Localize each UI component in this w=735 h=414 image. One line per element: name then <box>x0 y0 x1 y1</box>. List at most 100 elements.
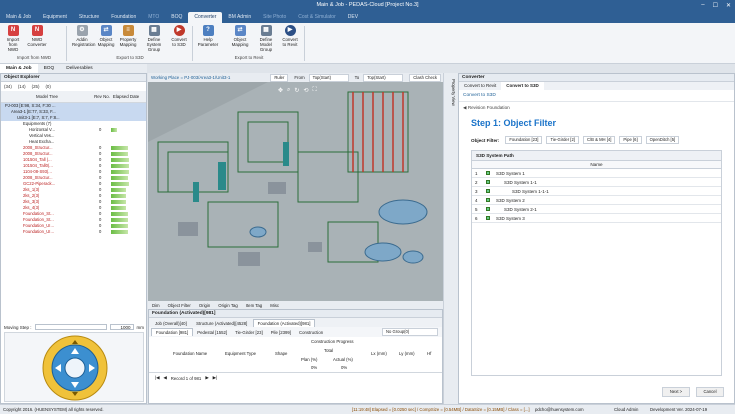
col-ly[interactable]: Ly (mm) <box>399 351 415 356</box>
origin-tag-button[interactable]: Origin Tag <box>218 303 238 308</box>
reset-icon[interactable]: ⟲ <box>303 87 308 94</box>
help-parameter-button[interactable]: ? Help Parameter <box>196 25 220 47</box>
define-model-group-button[interactable]: ▦ Define Model Group <box>255 25 277 52</box>
tree-row[interactable]: Foundation_UI... 0 <box>1 229 146 235</box>
dim-button[interactable]: Dim <box>152 303 160 308</box>
fit-icon[interactable]: ⛶ <box>312 87 316 94</box>
system-row[interactable]: 4 S3D System 2 <box>472 196 721 205</box>
origin-button[interactable]: Origin <box>199 303 210 308</box>
close-button[interactable]: ✕ <box>726 2 731 9</box>
next-record-icon[interactable]: ▶ <box>205 375 208 381</box>
object-filter-button[interactable]: Object Filter <box>168 303 191 308</box>
menu-main-job[interactable]: Main & Job <box>0 12 37 23</box>
count-foundation[interactable]: (25) <box>32 84 40 89</box>
system-row[interactable]: 6 S3D System 3 <box>472 214 721 223</box>
import-from-nwd-button[interactable]: N Import from NWD <box>4 25 22 52</box>
define-system-group-button[interactable]: ▦ Define System Group <box>142 25 166 52</box>
misc-button[interactable]: Misc <box>270 303 279 308</box>
menu-foundation[interactable]: Foundation <box>105 12 142 23</box>
system-row-checkbox[interactable] <box>486 180 490 184</box>
property-view-strip[interactable]: Property View <box>443 73 458 404</box>
system-row[interactable]: 5 S3D System 2-1 <box>472 205 721 214</box>
col-shape[interactable]: Shape <box>275 351 287 356</box>
menu-boq[interactable]: BOQ <box>165 12 188 23</box>
count-equipment[interactable]: (34) <box>4 84 12 89</box>
system-row[interactable]: 1 S3D System 1 <box>472 169 721 178</box>
system-row-checkbox[interactable] <box>486 207 490 211</box>
3d-viewport[interactable]: Working Place = PJ-003/Area3-1/Unit3-1 R… <box>148 73 443 309</box>
col-equipment-type[interactable]: Equipment Type <box>225 351 256 356</box>
move-icon[interactable]: ✥ <box>278 87 283 94</box>
system-row-checkbox[interactable] <box>486 171 490 175</box>
system-row-checkbox[interactable] <box>486 216 490 220</box>
rotate-icon[interactable]: ↻ <box>294 87 299 94</box>
next-button[interactable]: Next > <box>662 387 690 397</box>
nwd-converter-button[interactable]: N NWD Converter <box>26 25 48 47</box>
from-select[interactable]: Top(Start) <box>308 73 349 82</box>
system-row[interactable]: 2 S3D System 1-1 <box>472 178 721 187</box>
ruler-button[interactable]: Ruler <box>270 73 289 82</box>
addin-registration-button[interactable]: ⚙ Addin Registration <box>72 25 95 47</box>
count-structure[interactable]: (14) <box>18 84 26 89</box>
filter-foundation[interactable]: Foundation [23] <box>505 136 543 144</box>
tab-boq[interactable]: BOQ <box>38 64 61 73</box>
menu-equipment[interactable]: Equipment <box>37 12 73 23</box>
last-record-icon[interactable]: ▶| <box>213 375 217 381</box>
menu-site-photo[interactable]: Site Photo <box>257 12 292 23</box>
col-actual[interactable]: Actual (%) <box>333 357 353 362</box>
tab-construction[interactable]: Construction <box>295 329 327 336</box>
convert-to-s3d-button[interactable]: ▶ Convert to S3D <box>170 25 188 47</box>
tab-pile[interactable]: Pile [2399] <box>267 329 295 336</box>
menu-mto[interactable]: MTO <box>142 12 165 23</box>
convert-to-revit-button[interactable]: ▶ Convert to Revit <box>280 25 300 47</box>
moving-step-input[interactable]: 1000 <box>109 324 134 330</box>
system-row[interactable]: 3 S3D System 1-1-1 <box>472 187 721 196</box>
object-mapping-button[interactable]: ⇄ Object Mapping <box>96 25 116 47</box>
col-plan[interactable]: Plan (%) <box>301 357 317 362</box>
first-record-icon[interactable]: |◀ <box>155 375 159 381</box>
system-row-checkbox[interactable] <box>486 189 490 193</box>
menu-cost-simulator[interactable]: Cost & Simulator <box>292 12 342 23</box>
tab-job-overall[interactable]: Job (Overall)[40] <box>151 320 191 327</box>
col-lx[interactable]: Lx (mm) <box>371 351 387 356</box>
maximize-button[interactable]: ☐ <box>713 2 718 9</box>
tab-tie-girder[interactable]: Tie-Girder [23] <box>231 329 267 336</box>
count-other[interactable]: (0) <box>45 84 50 89</box>
moving-step-track[interactable] <box>34 324 107 330</box>
col-foundation-name[interactable]: Foundation Name <box>173 351 207 356</box>
clash-check-button[interactable]: Clash Check <box>409 73 441 82</box>
filter-tie-girder[interactable]: Tie-Girder [2] <box>546 136 579 144</box>
working-place-breadcrumb[interactable]: Working Place = PJ-003/Area3-1/Unit3-1 <box>151 75 230 80</box>
menu-dev[interactable]: DEV <box>342 12 364 23</box>
col-rev-no[interactable]: Rev No. <box>93 94 111 99</box>
tab-foundation[interactable]: Foundation [981] <box>151 328 194 336</box>
minimize-button[interactable]: – <box>701 2 704 9</box>
revision-foundation-link[interactable]: ◀ Revision Foundation <box>459 102 734 114</box>
menu-converter[interactable]: Converter <box>188 12 223 23</box>
col-name[interactable]: Name <box>472 161 721 169</box>
tab-pedestal[interactable]: Pedestal [1552] <box>193 329 231 336</box>
col-model-tree[interactable]: Model Tree <box>1 94 93 99</box>
group-select[interactable]: No Group(0) <box>382 328 438 336</box>
cancel-button[interactable]: Cancel <box>696 387 724 397</box>
col-elapsed-date[interactable]: Elapsed Date <box>111 94 141 99</box>
to-select[interactable]: Top(Start) <box>363 73 404 82</box>
tab-deliverables[interactable]: Deliverables <box>60 64 98 73</box>
zoom-icon[interactable]: ⌕ <box>287 87 290 94</box>
prev-record-icon[interactable]: ◀ <box>163 375 166 381</box>
tab-structure-activated[interactable]: Structure (Activated)[4528] <box>192 320 251 327</box>
tab-foundation-activated[interactable]: Foundation (Activated)[981] <box>252 319 316 327</box>
tab-main-job[interactable]: Main & Job <box>0 64 38 73</box>
nav-center[interactable] <box>64 357 86 379</box>
tab-convert-to-revit[interactable]: Convert to Revit <box>459 82 501 90</box>
filter-open-ditch[interactable]: OpenDitch [5] <box>645 136 680 144</box>
filter-cb-mh[interactable]: C/B & MH [4] <box>582 136 616 144</box>
filter-pipe[interactable]: Pipe [6] <box>619 136 642 144</box>
col-hf[interactable]: Hf <box>427 351 431 356</box>
property-mapping-button[interactable]: ≡ Property Mapping <box>118 25 138 47</box>
menu-bm-admin[interactable]: BM Admin <box>222 12 257 23</box>
item-tag-button[interactable]: Item Tag <box>246 303 262 308</box>
menu-structure[interactable]: Structure <box>73 12 105 23</box>
system-row-checkbox[interactable] <box>486 198 490 202</box>
revit-object-mapping-button[interactable]: ⇄ Object Mapping <box>230 25 250 47</box>
